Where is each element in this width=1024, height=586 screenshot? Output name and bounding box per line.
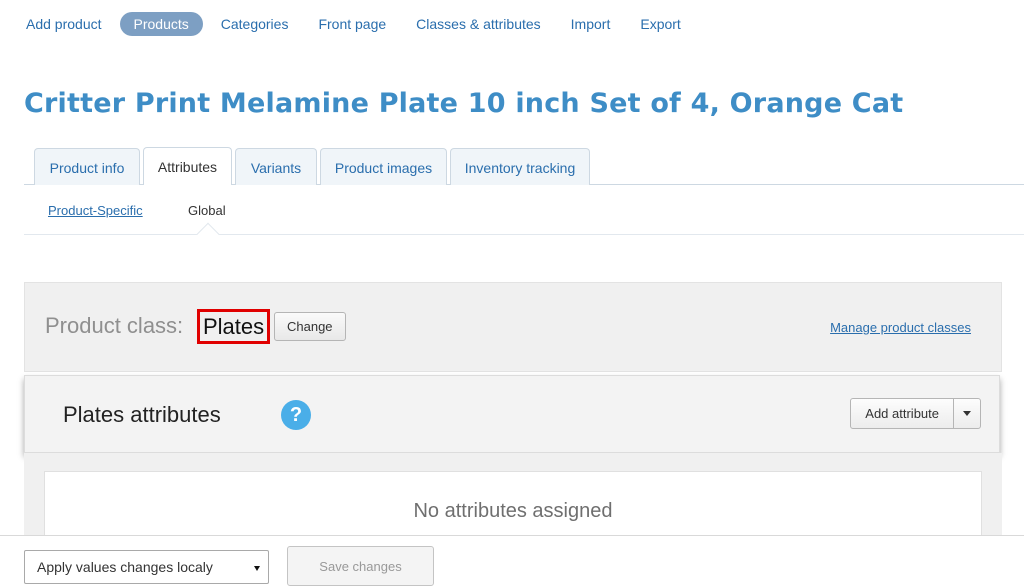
question-circle-icon[interactable]: ? [281, 400, 311, 430]
tab-variants[interactable]: Variants [235, 148, 317, 186]
add-attribute-button[interactable]: Add attribute [851, 399, 954, 428]
empty-state-text: No attributes assigned [413, 500, 613, 522]
tab-attributes[interactable]: Attributes [143, 147, 232, 186]
caret-down-icon [963, 411, 971, 416]
tab-product-info[interactable]: Product info [34, 148, 140, 186]
nav-add-product[interactable]: Add product [14, 12, 114, 36]
nav-classes-attributes[interactable]: Classes & attributes [404, 12, 553, 36]
nav-categories[interactable]: Categories [209, 12, 301, 36]
attributes-title: Plates attributes [63, 402, 221, 427]
top-nav: Add product Products Categories Front pa… [14, 10, 699, 38]
nav-import[interactable]: Import [559, 12, 623, 36]
tab-inventory-tracking[interactable]: Inventory tracking [450, 148, 590, 186]
nav-export[interactable]: Export [628, 12, 692, 36]
attribute-subtabs: Product-Specific Global [24, 185, 1024, 246]
change-class-button[interactable]: Change [274, 312, 346, 341]
select-caret-icon [254, 566, 260, 571]
attributes-content: No attributes assigned [24, 453, 1002, 551]
tab-product-images[interactable]: Product images [320, 148, 447, 186]
nav-front-page[interactable]: Front page [306, 12, 398, 36]
bottom-action-bar: Apply values changes localy Save changes [0, 535, 1024, 586]
page-title: Critter Print Melamine Plate 10 inch Set… [24, 88, 904, 119]
add-attribute-dropdown-toggle[interactable] [954, 399, 980, 428]
subtab-product-specific[interactable]: Product-Specific [48, 203, 143, 218]
product-class-value: Plates [197, 309, 271, 344]
class-attributes-panel: Plates attributes ? Add attribute [24, 375, 1000, 453]
product-class-panel: Product class: Plates Change Manage prod… [24, 282, 1002, 372]
product-class-label: Product class: [45, 313, 184, 338]
active-subtab-pointer [196, 222, 220, 246]
product-tabs: Product info Attributes Variants Product… [24, 146, 1024, 186]
nav-products[interactable]: Products [119, 12, 203, 36]
add-attribute-split-button: Add attribute [850, 398, 981, 429]
save-changes-button[interactable]: Save changes [287, 546, 434, 586]
apply-mode-select-value: Apply values changes localy [37, 559, 213, 575]
apply-mode-select[interactable]: Apply values changes localy [24, 550, 269, 584]
subtab-global[interactable]: Global [188, 203, 226, 218]
manage-product-classes-link[interactable]: Manage product classes [830, 320, 971, 335]
